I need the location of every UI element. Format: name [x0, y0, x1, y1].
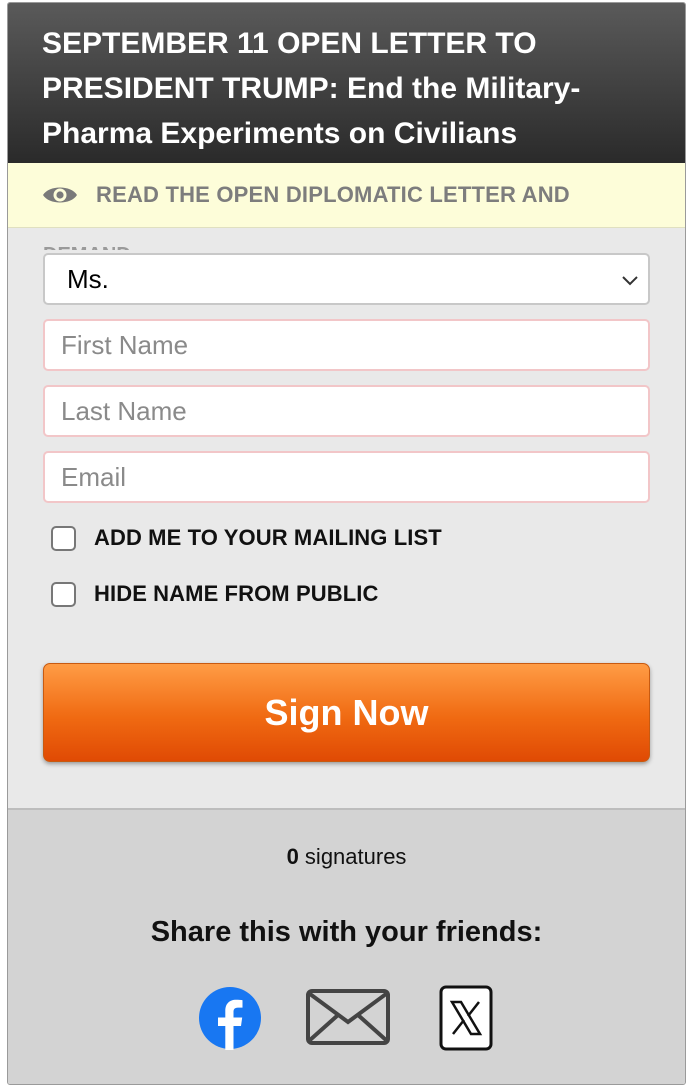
hide-name-label: HIDE NAME FROM PUBLIC: [94, 581, 379, 606]
sign-now-button[interactable]: Sign Now: [43, 663, 650, 762]
share-title: Share this with your friends:: [150, 916, 543, 948]
mailing-list-label: ADD ME TO YOUR MAILING LIST: [94, 525, 442, 550]
petition-title: SEPTEMBER 11 OPEN LETTER TO PRESIDENT TR…: [42, 27, 581, 150]
email-input[interactable]: [43, 451, 650, 503]
first-name-input[interactable]: [43, 319, 650, 371]
signature-form: DEMAND Ms. ADD ME TO YOUR MAILING LIST H…: [8, 228, 685, 808]
read-letter-text: READ THE OPEN DIPLOMATIC LETTER AND: [96, 182, 570, 207]
salutation-select[interactable]: Ms.: [43, 253, 650, 305]
read-letter-banner[interactable]: READ THE OPEN DIPLOMATIC LETTER AND: [8, 163, 685, 228]
hide-name-option[interactable]: HIDE NAME FROM PUBLIC: [51, 581, 378, 607]
demand-heading-peek: DEMAND: [43, 242, 131, 250]
mailing-list-checkbox[interactable]: [51, 525, 76, 551]
signature-count-line: 0 signatures: [8, 844, 685, 870]
petition-widget: SEPTEMBER 11 OPEN LETTER TO PRESIDENT TR…: [7, 2, 686, 1085]
x-icon[interactable]: [439, 985, 493, 1051]
facebook-icon[interactable]: [198, 986, 262, 1050]
widget-header: SEPTEMBER 11 OPEN LETTER TO PRESIDENT TR…: [8, 3, 685, 163]
salutation-value: Ms.: [67, 263, 109, 294]
signature-suffix: signatures: [298, 844, 407, 869]
widget-footer: 0 signatures Share this with your friend…: [8, 808, 685, 1084]
hide-name-checkbox[interactable]: [51, 581, 76, 607]
last-name-input[interactable]: [43, 385, 650, 437]
mailing-list-option[interactable]: ADD ME TO YOUR MAILING LIST: [51, 525, 442, 551]
signature-count: 0: [286, 844, 299, 869]
mail-icon[interactable]: [305, 988, 391, 1046]
share-icons: [8, 983, 685, 1053]
chevron-down-icon: [622, 276, 638, 286]
eye-icon: [42, 183, 78, 207]
